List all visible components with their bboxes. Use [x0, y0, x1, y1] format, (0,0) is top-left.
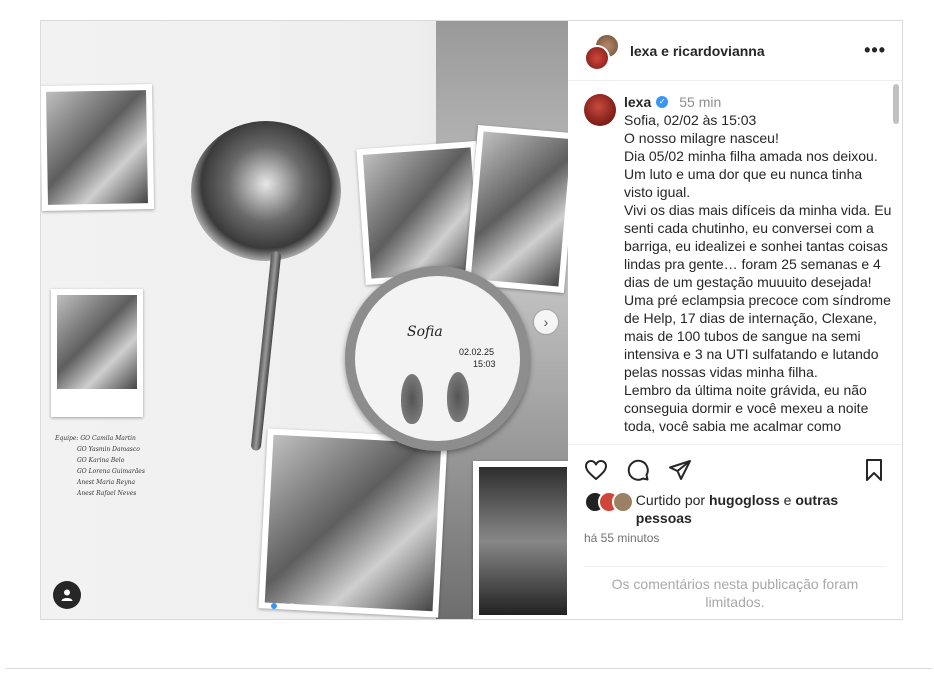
embroidery-time: 15:03: [473, 359, 496, 369]
embroidery-date: 02.02.25: [459, 347, 495, 357]
team-line: Anest Maria Reyna: [77, 479, 136, 486]
next-media-button[interactable]: ›: [534, 310, 558, 334]
carousel-dot: [289, 603, 295, 609]
likes-conjunction: e: [779, 492, 796, 508]
likes-text: Curtido por hugogloss e outras pessoas: [636, 491, 886, 527]
embroidery-date-time: 02.02.25 15:03: [459, 346, 496, 370]
handwritten-team-list: Equipe: GO Camila Martin GO Yasmin Damas…: [55, 433, 145, 499]
caption-scrollbar[interactable]: [893, 84, 899, 124]
caption-body: lexa ✓ 55 min Sofia, 02/02 às 15:03 O no…: [624, 93, 894, 435]
post-media[interactable]: Sofia 02.02.25 15:03 Equipe: GO Camila M…: [41, 21, 568, 619]
more-horizontal-icon[interactable]: •••: [864, 40, 886, 61]
post-sidebar: lexa e ricardovianna ••• lexa ✓ 55 min S…: [568, 21, 902, 619]
caption-area: lexa ✓ 55 min Sofia, 02/02 às 15:03 O no…: [568, 82, 902, 444]
avatar[interactable]: [584, 94, 616, 126]
page-divider: [6, 668, 932, 669]
team-line: GO Karina Belo: [77, 457, 125, 464]
caption-text: Sofia, 02/02 às 15:03 O nosso milagre na…: [624, 112, 892, 434]
team-line: Equipe: GO Camila Martin: [55, 435, 136, 442]
collab-avatars[interactable]: [584, 32, 620, 71]
action-icons: [568, 445, 902, 495]
post-actions: Curtido por hugogloss e outras pessoas h…: [568, 444, 902, 547]
carousel-dots: [271, 603, 295, 609]
avatar: [584, 44, 610, 71]
embroidery-name: Sofia: [407, 324, 443, 340]
post-timestamp[interactable]: há 55 minutos: [568, 529, 902, 547]
caption-time: 55 min: [679, 94, 722, 110]
likes-prefix: Curtido por: [635, 492, 709, 508]
avatar: [612, 491, 634, 513]
share-icon[interactable]: [668, 458, 692, 482]
liker-username[interactable]: hugogloss: [709, 492, 780, 508]
user-icon: [61, 589, 73, 601]
photo-costume: [473, 461, 568, 619]
photo-hospital: [51, 289, 143, 417]
team-line: GO Yasmin Damasco: [77, 446, 140, 453]
likes-row: Curtido por hugogloss e outras pessoas: [568, 491, 902, 527]
post-header: lexa e ricardovianna •••: [568, 21, 902, 81]
post-accounts[interactable]: lexa e ricardovianna: [630, 43, 765, 59]
carousel-dot: [280, 603, 286, 609]
tagged-users-button[interactable]: [53, 581, 81, 609]
team-line: Anest Rafael Neves: [77, 490, 137, 497]
carousel-dot: [271, 603, 277, 609]
photo-couple-pregnant: [464, 124, 568, 294]
embroidery-hoop: Sofia 02.02.25 15:03: [345, 266, 530, 451]
footprint-left: [401, 374, 423, 424]
placenta-print: [191, 121, 341, 261]
liker-avatars: [584, 491, 634, 513]
caption-header: lexa ✓ 55 min: [624, 93, 894, 111]
comment-icon[interactable]: [626, 458, 650, 482]
heart-icon[interactable]: [584, 458, 608, 482]
team-line: GO Lorena Guimarães: [77, 468, 145, 475]
photo-couple-sea: [258, 428, 448, 618]
chevron-right-icon: ›: [543, 314, 549, 330]
verified-badge-icon: ✓: [656, 96, 669, 108]
footprint-right: [447, 372, 469, 422]
comments-limited-notice: Os comentários nesta publicação foram li…: [584, 566, 886, 611]
photo-couple-beach: [41, 84, 155, 211]
bookmark-icon[interactable]: [862, 458, 886, 482]
instagram-post: Sofia 02.02.25 15:03 Equipe: GO Camila M…: [40, 20, 903, 620]
caption-username[interactable]: lexa: [624, 93, 651, 111]
